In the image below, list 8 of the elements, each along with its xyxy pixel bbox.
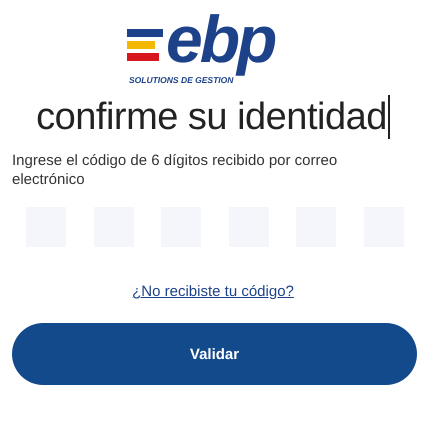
- validate-button[interactable]: Validar: [12, 323, 417, 386]
- resend-code-link[interactable]: ¿No recibiste tu código?: [132, 283, 294, 300]
- text-cursor: [388, 95, 390, 140]
- logo-wordmark: ebp: [166, 1, 276, 77]
- stripes-icon: [127, 29, 163, 62]
- instructions-text: Ingrese el código de 6 dígitos recibido por correo electrónico: [12, 151, 338, 190]
- page-title: confirme su identidad: [36, 96, 387, 139]
- logo-tagline: SOLUTIONS DE GESTION: [129, 75, 234, 86]
